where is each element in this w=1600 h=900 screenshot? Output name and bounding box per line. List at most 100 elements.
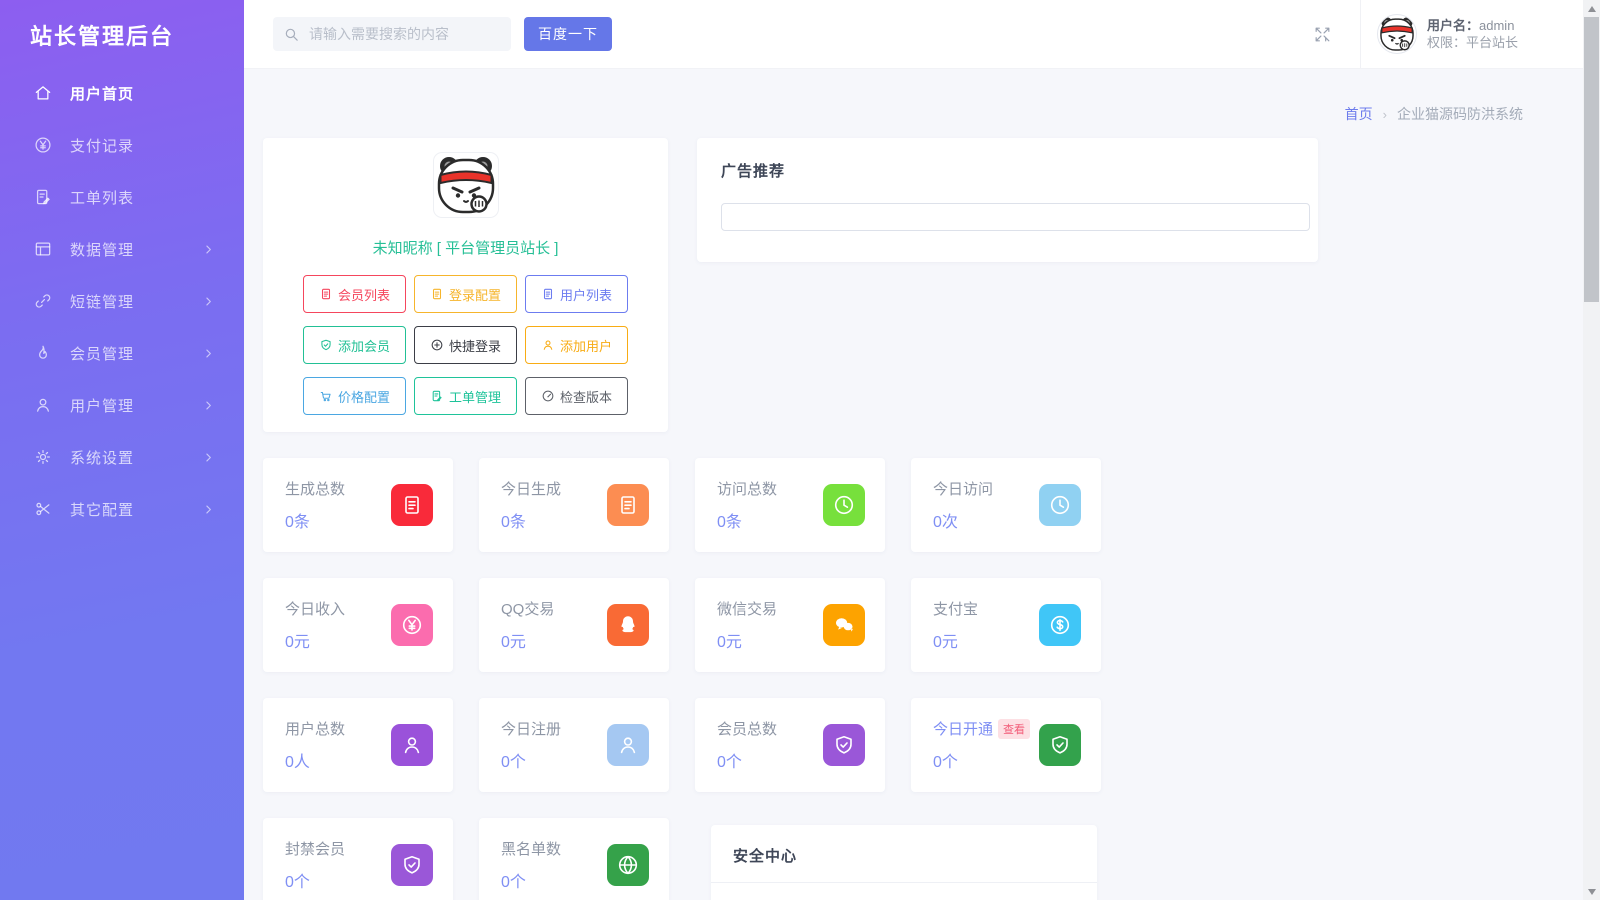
username-value: admin: [1479, 18, 1515, 33]
stats-grid: 生成总数 0条 今日生成 0条 访问总数 0条 今日访问 0次 今日收入 0元 QQ交易 0元 微信交易…: [263, 458, 1101, 792]
sidebar-item-label: 数据管理: [70, 241, 135, 259]
sidebar-item-短链管理[interactable]: 短链管理: [0, 275, 244, 327]
yen-circle-icon: [33, 135, 53, 155]
scrollbar-thumb[interactable]: [1584, 17, 1599, 302]
stat-label: 支付宝: [933, 601, 979, 618]
profile-button-工单管理[interactable]: 工单管理: [414, 377, 517, 415]
ad-card-title: 广告推荐: [721, 163, 786, 180]
profile-button-价格配置[interactable]: 价格配置: [303, 377, 406, 415]
stat-value: 0个: [501, 874, 526, 891]
ticket-icon: [430, 389, 444, 403]
link-icon: [33, 291, 53, 311]
profile-button-label: 快捷登录: [448, 338, 501, 354]
person-icon: [541, 338, 555, 352]
view-badge[interactable]: 查看: [998, 718, 1031, 739]
stat-label: 今日访问: [933, 481, 994, 498]
profile-nickname: 未知昵称 [ 平台管理员站长 ]: [372, 240, 559, 257]
dollar-circle-icon: [1039, 604, 1081, 646]
sidebar-item-会员管理[interactable]: 会员管理: [0, 327, 244, 379]
stat-card-生成总数: 生成总数 0条: [263, 458, 453, 552]
file-icon: [430, 287, 444, 301]
stat-value: 0条: [717, 514, 742, 531]
fire-icon: [33, 343, 53, 363]
stat-card-今日收入: 今日收入 0元: [263, 578, 453, 672]
shield-check-icon: [319, 338, 333, 352]
scrollbar[interactable]: [1583, 0, 1600, 900]
stat-card-访问总数: 访问总数 0条: [695, 458, 885, 552]
stat-value: 0元: [285, 634, 310, 651]
wechat-icon: [823, 604, 865, 646]
search-icon: [283, 26, 300, 43]
gear-icon: [33, 447, 53, 467]
sidebar-item-工单列表[interactable]: 工单列表: [0, 171, 244, 223]
stat-label: 今日收入: [285, 601, 346, 618]
sidebar-item-支付记录[interactable]: 支付记录: [0, 119, 244, 171]
shield-check-icon: [391, 844, 433, 886]
ad-input[interactable]: [721, 203, 1310, 231]
user-icon: [391, 724, 433, 766]
sidebar-item-用户首页[interactable]: 用户首页: [0, 67, 244, 119]
user-menu[interactable]: 用户名：admin 权限：平台站长: [1360, 0, 1583, 68]
stat-label[interactable]: 今日开通 查看: [933, 718, 1031, 739]
scissors-icon: [33, 499, 53, 519]
ticket-icon: [33, 187, 53, 207]
stat-value: 0个: [717, 754, 742, 771]
clock-icon: [1039, 484, 1081, 526]
profile-button-用户列表[interactable]: 用户列表: [525, 275, 628, 313]
stat-value: 0条: [501, 514, 526, 531]
sidebar-item-label: 会员管理: [70, 345, 135, 363]
breadcrumb-home-link[interactable]: 首页: [1345, 106, 1373, 122]
profile-button-检查版本[interactable]: 检查版本: [525, 377, 628, 415]
profile-quick-actions: 会员列表 登录配置 用户列表添加会员 快捷登录 添加用户价格配置 工单管理 检查版本: [303, 275, 628, 415]
stat-value: 0条: [285, 514, 310, 531]
user-icon: [33, 395, 53, 415]
profile-button-label: 会员列表: [337, 287, 390, 303]
profile-button-添加会员[interactable]: 添加会员: [303, 326, 406, 364]
clock-icon: [823, 484, 865, 526]
sidebar-item-数据管理[interactable]: 数据管理: [0, 223, 244, 275]
profile-button-会员列表[interactable]: 会员列表: [303, 275, 406, 313]
scroll-up-arrow-icon[interactable]: [1583, 0, 1600, 17]
sidebar-menu: 用户首页 支付记录 工单列表数据管理短链管理会员管理用户管理系统设置其它配置: [0, 67, 244, 535]
sidebar-item-label: 其它配置: [70, 501, 135, 519]
stat-label: 生成总数: [285, 481, 346, 498]
stat-label: 封禁会员: [285, 841, 346, 858]
stat-value: 0个: [285, 874, 310, 891]
chevron-right-icon: [203, 296, 214, 307]
stat-label: 微信交易: [717, 601, 778, 618]
profile-button-label: 工单管理: [448, 389, 501, 405]
profile-button-登录配置[interactable]: 登录配置: [414, 275, 517, 313]
sidebar-item-用户管理[interactable]: 用户管理: [0, 379, 244, 431]
chevron-right-icon: [203, 348, 214, 359]
stats-grid-row4: 封禁会员 0个 黑名单数 0个: [263, 818, 669, 900]
sidebar-item-label: 用户管理: [70, 397, 135, 415]
header: 百度一下 用户名：admin 权限：平台站长: [244, 0, 1583, 69]
breadcrumb: 首页 › 企业猫源码防洪系统: [1345, 104, 1523, 124]
profile-card: 未知昵称 [ 平台管理员站长 ] 会员列表 登录配置 用户列表添加会员 快捷登录 添加用…: [263, 138, 668, 432]
profile-button-label: 添加用户: [559, 338, 612, 354]
stat-value: 0元: [933, 634, 958, 651]
stat-card-封禁会员: 封禁会员 0个: [263, 818, 453, 900]
chevron-right-icon: [203, 504, 214, 515]
profile-button-快捷登录[interactable]: 快捷登录: [414, 326, 517, 364]
stat-label: QQ交易: [501, 601, 555, 618]
sidebar-item-系统设置[interactable]: 系统设置: [0, 431, 244, 483]
stat-value: 0次: [933, 514, 958, 531]
app-title: 站长管理后台: [30, 24, 175, 49]
user-meta: 用户名：admin 权限：平台站长: [1427, 17, 1518, 51]
fullscreen-expand-icon[interactable]: [1313, 24, 1333, 44]
yen-circle-icon: [391, 604, 433, 646]
stat-value: 0人: [285, 754, 310, 771]
search-input[interactable]: [307, 25, 501, 43]
cart-icon: [319, 389, 333, 403]
stat-label: 用户总数: [285, 721, 346, 738]
baidu-search-button[interactable]: 百度一下: [524, 17, 612, 51]
file-icon: [541, 287, 555, 301]
breadcrumb-separator: ›: [1382, 107, 1387, 122]
profile-button-添加用户[interactable]: 添加用户: [525, 326, 628, 364]
username-label: 用户名：: [1427, 18, 1480, 33]
scroll-down-arrow-icon[interactable]: [1583, 883, 1600, 900]
sidebar-item-其它配置[interactable]: 其它配置: [0, 483, 244, 535]
stat-card-今日注册: 今日注册 0个: [479, 698, 669, 792]
stat-label: 黑名单数: [501, 841, 562, 858]
